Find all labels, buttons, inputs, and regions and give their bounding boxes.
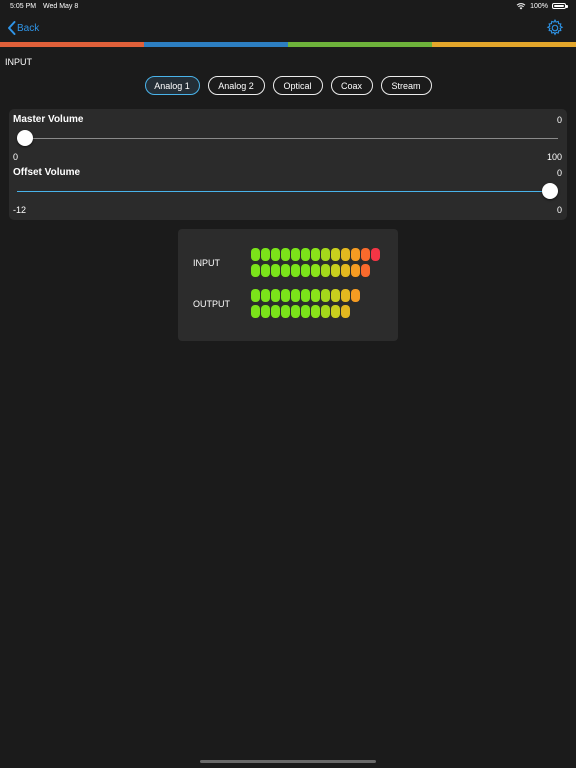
status-bar: 5:05 PM Wed May 8 100% [0,0,576,14]
meter-led [271,248,280,261]
color-segment-2 [144,42,288,47]
input-section-title: INPUT [5,57,32,67]
nav-bar: Back [0,16,576,42]
meter-led [271,305,280,318]
meter-output-label: OUTPUT [193,299,230,309]
home-indicator [200,760,376,763]
meter-led [271,289,280,302]
meter-led [361,264,370,277]
meter-led [311,248,320,261]
output-meter-row-1 [251,289,360,302]
meter-led [261,248,270,261]
meter-led [371,248,380,261]
offset-volume-slider[interactable] [17,182,558,200]
master-volume-value: 0 [556,115,562,125]
output-meter-row-2 [251,305,350,318]
master-volume-min: 0 [13,152,19,162]
meter-led [251,305,260,318]
tab-coax[interactable]: Coax [330,76,373,95]
input-meter-row-2 [251,264,370,277]
status-date: Wed May 8 [43,3,79,10]
input-meter-row-1 [251,248,380,261]
meter-led [291,264,300,277]
meter-led [281,305,290,318]
meter-led [301,264,310,277]
master-volume-thumb[interactable] [17,130,33,146]
meter-led [251,248,260,261]
offset-volume-max: 0 [556,205,562,215]
color-bar [0,42,576,47]
meter-led [331,305,340,318]
meter-led [261,305,270,318]
level-meter-panel: INPUT OUTPUT [178,229,398,341]
tab-analog-1[interactable]: Analog 1 [144,76,200,95]
input-tabs: Analog 1 Analog 2 Optical Coax Stream [0,76,576,95]
meter-led [351,289,360,302]
wifi-icon [516,3,526,10]
meter-led [291,248,300,261]
meter-led [321,264,330,277]
meter-led [331,264,340,277]
back-label: Back [17,22,40,34]
volume-panel: Master Volume 0 0 100 Offset Volume 0 -1… [9,109,567,220]
offset-volume-min: -12 [13,205,27,215]
color-segment-3 [288,42,432,47]
meter-led [251,264,260,277]
meter-led [351,248,360,261]
meter-led [281,248,290,261]
master-volume-max: 100 [546,152,562,162]
meter-led [311,264,320,277]
offset-volume-label: Offset Volume [13,167,81,178]
offset-volume-value: 0 [556,168,562,178]
meter-led [271,264,280,277]
color-segment-4 [432,42,576,47]
master-volume-slider[interactable] [17,129,558,147]
status-time: 5:05 PM [10,3,37,10]
meter-led [321,248,330,261]
meter-led [331,289,340,302]
status-right: 100% [516,2,568,10]
meter-led [261,264,270,277]
chevron-left-icon [8,21,16,35]
meter-led [301,305,310,318]
meter-led [341,248,350,261]
tab-optical[interactable]: Optical [272,76,323,95]
meter-led [321,305,330,318]
master-volume-track [25,138,558,139]
gear-icon[interactable] [545,18,565,38]
meter-led [351,264,360,277]
meter-led [281,289,290,302]
meter-led [341,289,350,302]
meter-input-label: INPUT [193,258,220,268]
meter-led [341,264,350,277]
color-segment-1 [0,42,144,47]
back-button[interactable]: Back [7,20,39,36]
meter-led [341,305,350,318]
offset-volume-track-fill [17,191,550,192]
meter-led [311,305,320,318]
battery-icon [552,3,568,9]
meter-led [331,248,340,261]
meter-led [251,289,260,302]
meter-led [261,289,270,302]
master-volume-label: Master Volume [13,114,84,125]
meter-led [301,248,310,261]
meter-led [301,289,310,302]
meter-led [321,289,330,302]
meter-led [361,248,370,261]
meter-led [291,305,300,318]
battery-percent: 100% [530,2,548,10]
meter-led [281,264,290,277]
meter-led [311,289,320,302]
tab-analog-2[interactable]: Analog 2 [207,76,265,95]
offset-volume-thumb[interactable] [542,183,558,199]
meter-led [291,289,300,302]
tab-stream[interactable]: Stream [380,76,432,95]
